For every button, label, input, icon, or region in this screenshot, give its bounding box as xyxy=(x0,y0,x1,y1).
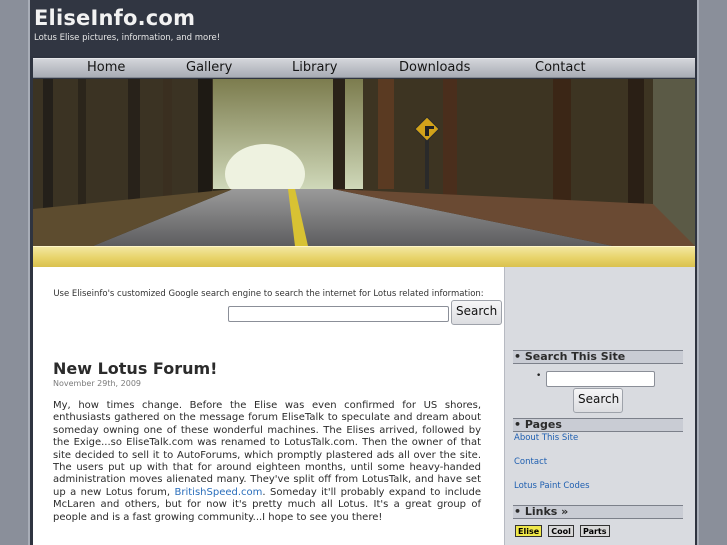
badge-cool[interactable]: Cool xyxy=(548,525,574,537)
badge-elise[interactable]: Elise xyxy=(515,525,543,537)
search-site-heading: • Search This Site xyxy=(513,350,683,364)
post-body: My, how times change. Before the Elise w… xyxy=(53,400,481,524)
google-search-note: Use Eliseinfo's customized Google search… xyxy=(53,289,484,299)
header-banner-image xyxy=(33,79,695,246)
site-tagline: Lotus Elise pictures, information, and m… xyxy=(34,33,221,43)
site-search-input[interactable] xyxy=(546,371,655,387)
nav-gallery[interactable]: Gallery xyxy=(186,60,232,75)
nav-downloads[interactable]: Downloads xyxy=(399,60,470,75)
britishspeed-link[interactable]: BritishSpeed.com xyxy=(175,487,263,498)
nav-home[interactable]: Home xyxy=(87,60,125,75)
post-text-part1: My, how times change. Before the Elise w… xyxy=(53,400,481,498)
google-search-input[interactable] xyxy=(228,306,449,322)
main-nav: Home Gallery Library Downloads Contact xyxy=(33,58,695,78)
google-search-button[interactable]: Search xyxy=(451,300,502,325)
site-title[interactable]: EliseInfo.com xyxy=(34,6,195,30)
accent-bar xyxy=(33,246,695,267)
page-frame: EliseInfo.com Lotus Elise pictures, info… xyxy=(28,0,699,545)
page-link-contact[interactable]: Contact xyxy=(514,457,547,467)
nav-contact[interactable]: Contact xyxy=(535,60,586,75)
post-title[interactable]: New Lotus Forum! xyxy=(53,359,217,378)
badge-parts[interactable]: Parts xyxy=(579,525,610,537)
links-heading: • Links » xyxy=(513,505,683,519)
nav-library[interactable]: Library xyxy=(292,60,337,75)
page-link-paint-codes[interactable]: Lotus Paint Codes xyxy=(514,481,590,491)
post-date: November 29th, 2009 xyxy=(53,379,141,388)
main-content: Use Eliseinfo's customized Google search… xyxy=(33,267,504,545)
pages-heading: • Pages xyxy=(513,418,683,432)
page-link-about[interactable]: About This Site xyxy=(514,433,578,443)
search-bullet: • xyxy=(536,371,542,381)
site-search-button[interactable]: Search xyxy=(573,388,623,413)
site-header: EliseInfo.com Lotus Elise pictures, info… xyxy=(30,0,697,56)
sidebar: • Search This Site • Search • Pages Abou… xyxy=(504,267,695,545)
link-badges: Elise Cool Parts xyxy=(515,519,611,538)
